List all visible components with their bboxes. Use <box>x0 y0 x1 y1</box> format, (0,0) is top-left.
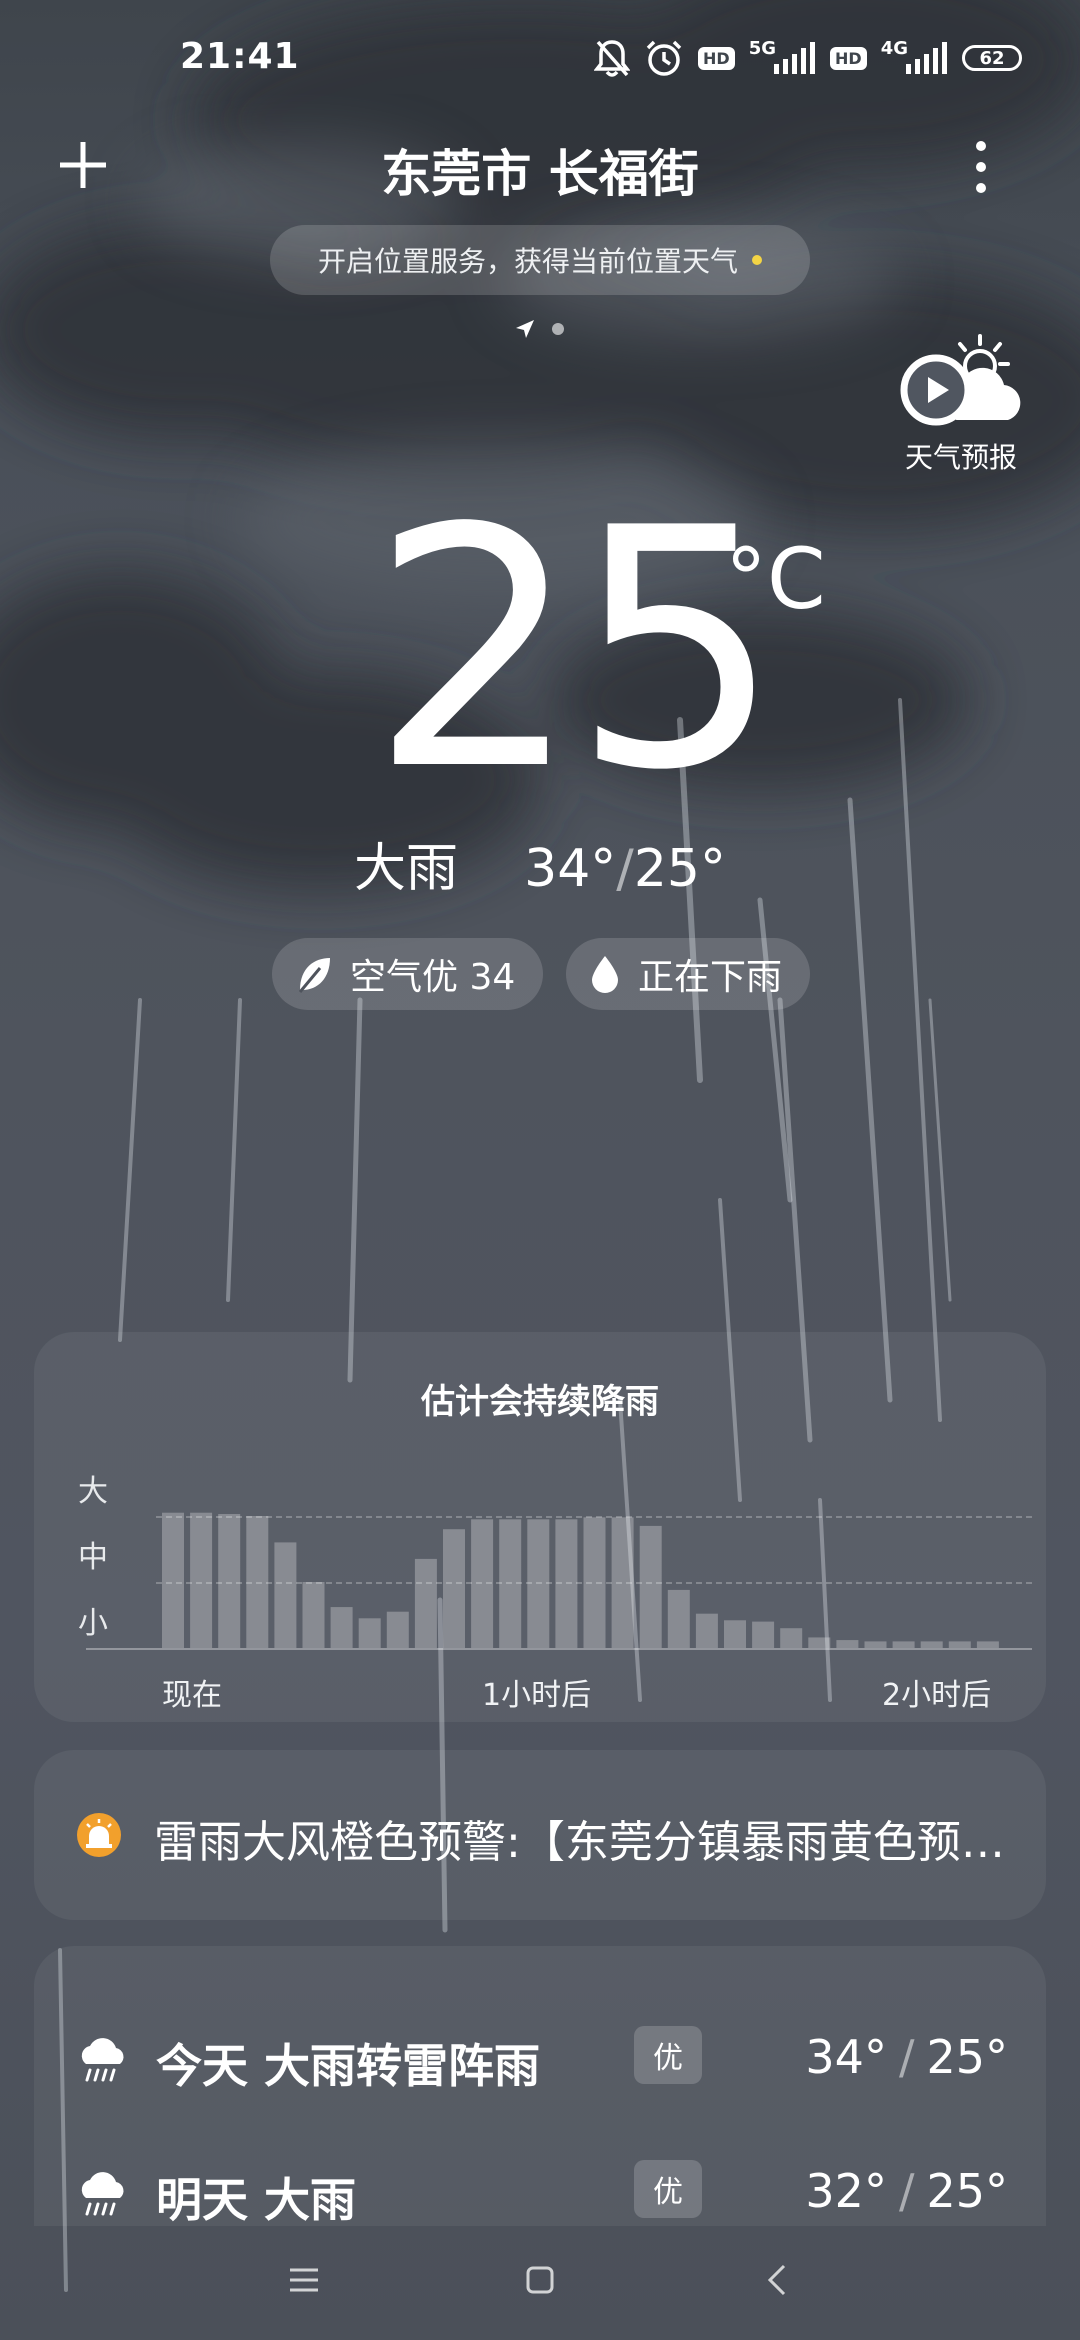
precipitation-bar <box>162 1512 184 1648</box>
today-high: 34° <box>524 839 617 899</box>
aqi-badge: 优 <box>634 2160 702 2218</box>
precipitation-bar <box>583 1517 606 1648</box>
precipitation-bar <box>414 1558 437 1648</box>
daily-row-today[interactable]: 今天 大雨转雷阵雨 优 34°/25° <box>34 2020 1046 2100</box>
precipitation-bar <box>190 1512 213 1648</box>
network-type-label: 5G <box>748 37 777 59</box>
daily-forecast-card[interactable]: 今天 大雨转雷阵雨 优 34°/25° 明天 大雨 优 32°/25° <box>34 1946 1046 2226</box>
rain-status-pill[interactable]: 正在下雨 <box>566 938 811 1010</box>
alarm-clock-icon <box>644 38 684 78</box>
daily-low: 25° <box>926 2030 1008 2084</box>
daily-label: 今天 大雨转雷阵雨 <box>156 2039 541 2093</box>
location-service-prompt[interactable]: 开启位置服务，获得当前位置天气 <box>270 225 810 295</box>
precipitation-bar <box>358 1618 381 1648</box>
current-temperature: 25 <box>370 458 782 842</box>
status-icons: HD 5G HD 4G 62 <box>594 38 1022 78</box>
precipitation-bar <box>920 1641 943 1648</box>
home-button[interactable] <box>520 2260 560 2300</box>
precipitation-bar <box>808 1637 831 1648</box>
raindrop-icon <box>592 956 618 993</box>
heavy-rain-icon <box>81 2038 124 2082</box>
status-time: 21:41 <box>180 36 300 77</box>
precipitation-bar <box>611 1517 634 1648</box>
play-sun-cloud-icon <box>900 334 1021 426</box>
daily-row-tomorrow[interactable]: 明天 大雨 优 32°/25° <box>34 2154 1046 2226</box>
daily-label: 明天 大雨 <box>156 2173 357 2226</box>
aqi-badge: 优 <box>634 2026 702 2084</box>
precipitation-forecast-card[interactable]: 估计会持续降雨 大 中 小 现在 1小时后 2小时后 <box>34 1332 1046 1722</box>
status-bar: 21:41 HD 5G HD 4G 62 <box>0 0 1080 120</box>
more-vertical-icon <box>976 141 986 193</box>
weather-alert-card[interactable]: 雷雨大风橙色预警:【东莞分镇暴雨黄色预警信号】 <box>34 1750 1046 1920</box>
today-low: 25° <box>633 839 726 899</box>
alert-text: 雷雨大风橙色预警:【东莞分镇暴雨黄色预警信号】 <box>154 1817 1024 1868</box>
daily-temp-range: 32°/25° <box>805 2164 1008 2218</box>
mute-bell-icon <box>594 38 631 78</box>
heavy-rain-icon <box>81 2172 124 2216</box>
rain-status-text: 正在下雨 <box>638 957 783 998</box>
more-menu-button[interactable] <box>966 140 996 194</box>
precipitation-bar <box>780 1628 803 1648</box>
page-dot <box>552 323 564 335</box>
weather-forecast-label: 天气预报 <box>904 441 1017 474</box>
precipitation-bar <box>274 1542 297 1648</box>
precipitation-bar <box>948 1641 971 1648</box>
chart-baseline <box>86 1648 1032 1650</box>
precipitation-bar <box>218 1514 241 1648</box>
x-label-now: 现在 <box>162 1678 222 1713</box>
precipitation-bar <box>724 1620 746 1648</box>
daily-high: 34° <box>805 2030 887 2084</box>
precipitation-bar <box>864 1641 887 1648</box>
precipitation-bar <box>471 1519 494 1648</box>
precipitation-bar <box>892 1641 915 1648</box>
warning-siren-icon <box>77 1813 121 1857</box>
daily-low: 25° <box>926 2164 1008 2218</box>
back-button[interactable] <box>758 2260 798 2300</box>
precipitation-bar <box>302 1582 325 1648</box>
x-label-1h: 1小时后 <box>482 1678 592 1713</box>
location-prompt-text: 开启位置服务，获得当前位置天气 <box>317 245 738 278</box>
chevron-left-icon <box>767 2264 786 2296</box>
condition-summary: 大雨 34°/25° <box>353 839 726 899</box>
hd-badge: HD <box>830 46 867 70</box>
precipitation-bar <box>695 1613 718 1648</box>
precipitation-bar <box>386 1611 409 1648</box>
precipitation-bar <box>752 1621 775 1648</box>
square-home-icon <box>526 2266 554 2294</box>
precipitation-bar <box>667 1589 690 1648</box>
leaf-icon <box>298 958 330 993</box>
page-indicator <box>514 318 564 340</box>
signal-icon <box>906 42 947 74</box>
daily-temp-range: 34°/25° <box>805 2030 1008 2084</box>
recent-apps-button[interactable] <box>284 2260 324 2300</box>
precipitation-bar-chart <box>162 1512 999 1648</box>
daily-high: 32° <box>805 2164 887 2218</box>
battery-indicator: 62 <box>962 45 1022 71</box>
precipitation-bar <box>555 1519 578 1648</box>
temperature-unit: °C <box>725 530 826 628</box>
precipitation-bar <box>330 1607 353 1648</box>
precipitation-bar <box>836 1640 859 1648</box>
location-arrow-icon <box>516 320 534 338</box>
network-type-label: 4G <box>880 37 908 59</box>
weather-forecast-video-button[interactable]: 天气预报 <box>896 330 1026 476</box>
precipitation-bar <box>527 1519 550 1648</box>
precipitation-bar <box>639 1525 662 1648</box>
x-label-2h: 2小时后 <box>882 1678 992 1713</box>
signal-icon <box>774 42 816 74</box>
air-quality-pill[interactable]: 空气优 34 <box>272 938 544 1010</box>
precipitation-bar <box>976 1641 999 1648</box>
precipitation-bar <box>499 1519 522 1648</box>
precipitation-bar <box>246 1516 269 1648</box>
air-quality-text: 空气优 34 <box>350 957 516 998</box>
notification-dot <box>752 255 762 265</box>
menu-lines-icon <box>290 2268 318 2292</box>
system-navigation-bar <box>0 2220 1080 2340</box>
hd-badge: HD <box>698 46 735 70</box>
city-title: 东莞市 长福街 <box>381 145 699 203</box>
precipitation-bar <box>443 1529 465 1648</box>
current-condition: 大雨 <box>353 839 458 899</box>
